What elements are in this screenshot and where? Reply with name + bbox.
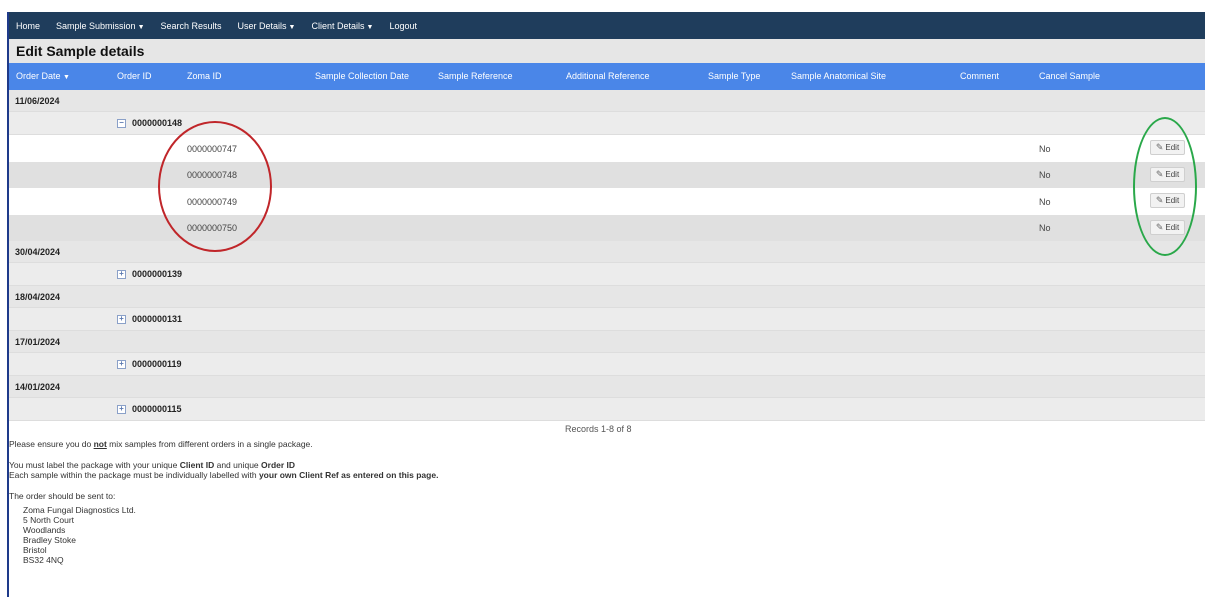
group-date: 14/01/2024 <box>15 381 61 392</box>
order-cell: + 0000000119 <box>117 353 182 375</box>
records-count: Records 1-8 of 8 <box>565 424 632 434</box>
note-text: Please ensure you do <box>9 439 94 449</box>
postal-address: Zoma Fungal Diagnostics Ltd. 5 North Cou… <box>23 505 709 565</box>
group-row: 11/06/2024 <box>9 90 1205 112</box>
address-line: Bradley Stoke <box>23 535 76 545</box>
annotation-green-circle <box>1133 117 1197 256</box>
order-id: 0000000131 <box>132 314 183 324</box>
order-cell: + 0000000131 <box>117 308 182 330</box>
nav-sample-submission-label: Sample Submission <box>56 20 136 31</box>
caret-down-icon: ▼ <box>288 23 296 31</box>
order-cell: + 0000000115 <box>117 398 182 420</box>
nav-sample-submission[interactable]: Sample Submission ▼ <box>49 21 151 31</box>
address-line: Zoma Fungal Diagnostics Ltd. <box>23 505 136 515</box>
col-sample-reference[interactable]: Sample Reference <box>438 63 513 90</box>
note-emphasis: not <box>93 439 107 449</box>
order-row: + 0000000115 <box>9 398 1205 421</box>
col-sample-type[interactable]: Sample Type <box>708 63 760 90</box>
note-text: mix samples from different orders in a s… <box>106 439 313 449</box>
order-id: 0000000148 <box>132 118 183 128</box>
order-row: + 0000000119 <box>9 353 1205 376</box>
cancel-value: No <box>1039 196 1051 207</box>
group-row: 17/01/2024 <box>9 331 1205 353</box>
note-emphasis: your own Client Ref as entered on this p… <box>258 470 439 480</box>
nav-client-details-label: Client Details <box>311 20 365 31</box>
order-row: + 0000000131 <box>9 308 1205 331</box>
cancel-value: No <box>1039 223 1051 233</box>
app-frame: Home Sample Submission ▼ Search Results U… <box>0 0 1205 597</box>
col-anatomical-site[interactable]: Sample Anatomical Site <box>791 63 886 90</box>
order-cell: − 0000000148 <box>117 112 182 134</box>
address-line: BS32 4NQ <box>23 555 64 565</box>
note-text: and unique <box>214 460 262 470</box>
group-date: 18/04/2024 <box>15 291 61 302</box>
expand-icon[interactable]: + <box>117 359 126 369</box>
top-navbar: Home Sample Submission ▼ Search Results U… <box>9 12 1205 39</box>
nav-logout[interactable]: Logout <box>382 21 424 31</box>
note-label: You must label the package with your uni… <box>9 460 709 470</box>
group-row: 18/04/2024 <box>9 286 1205 308</box>
expand-icon[interactable]: + <box>117 314 126 324</box>
sort-desc-icon: ▼ <box>63 74 70 81</box>
expand-icon[interactable]: + <box>117 269 126 279</box>
page-title: Edit Sample details <box>9 39 1205 63</box>
note-send-to: The order should be sent to: <box>9 491 116 501</box>
annotation-red-circle <box>158 121 272 252</box>
expand-icon[interactable]: + <box>117 404 126 414</box>
note-text: Each sample within the package must be i… <box>9 470 259 480</box>
note-emphasis: Client ID <box>179 460 215 470</box>
caret-down-icon: ▼ <box>366 23 374 31</box>
address-line: Bristol <box>23 545 47 555</box>
address-line: Woodlands <box>23 525 66 535</box>
nav-user-details[interactable]: User Details ▼ <box>231 21 303 31</box>
note-emphasis: Order ID <box>261 460 296 470</box>
order-id: 0000000115 <box>132 404 182 414</box>
order-row: + 0000000139 <box>9 263 1205 286</box>
instructions: Please ensure you do not mix samples fro… <box>9 439 709 565</box>
group-date: 11/06/2024 <box>15 95 60 106</box>
col-order-id[interactable]: Order ID <box>117 63 152 90</box>
col-order-date[interactable]: Order Date ▼ <box>16 63 70 90</box>
col-order-date-label: Order Date <box>16 71 61 81</box>
group-date: 17/01/2024 <box>15 336 61 347</box>
col-additional-reference[interactable]: Additional Reference <box>566 63 650 90</box>
cancel-value: No <box>1039 170 1051 180</box>
col-cancel-sample[interactable]: Cancel Sample <box>1039 63 1100 90</box>
note-individual: Each sample within the package must be i… <box>9 470 709 480</box>
cancel-value: No <box>1039 143 1051 154</box>
nav-client-details[interactable]: Client Details ▼ <box>304 21 380 31</box>
note-text: You must label the package with your uni… <box>9 460 180 470</box>
col-zoma-id[interactable]: Zoma ID <box>187 63 222 90</box>
nav-search-results[interactable]: Search Results <box>154 21 229 31</box>
note-mix: Please ensure you do not mix samples fro… <box>9 439 709 449</box>
group-date: 30/04/2024 <box>15 246 61 257</box>
address-line: 5 North Court <box>23 515 75 525</box>
order-id: 0000000119 <box>132 359 182 369</box>
col-collection-date[interactable]: Sample Collection Date <box>315 63 409 90</box>
order-id: 0000000139 <box>132 269 183 279</box>
collapse-icon[interactable]: − <box>117 118 126 128</box>
caret-down-icon: ▼ <box>137 23 145 31</box>
nav-home[interactable]: Home <box>9 21 47 31</box>
nav-user-details-label: User Details <box>237 20 287 31</box>
group-row: 14/01/2024 <box>9 376 1205 398</box>
order-cell: + 0000000139 <box>117 263 182 285</box>
grid-header: Order Date ▼ Order ID Zoma ID Sample Col… <box>9 63 1205 90</box>
col-comment[interactable]: Comment <box>960 63 999 90</box>
